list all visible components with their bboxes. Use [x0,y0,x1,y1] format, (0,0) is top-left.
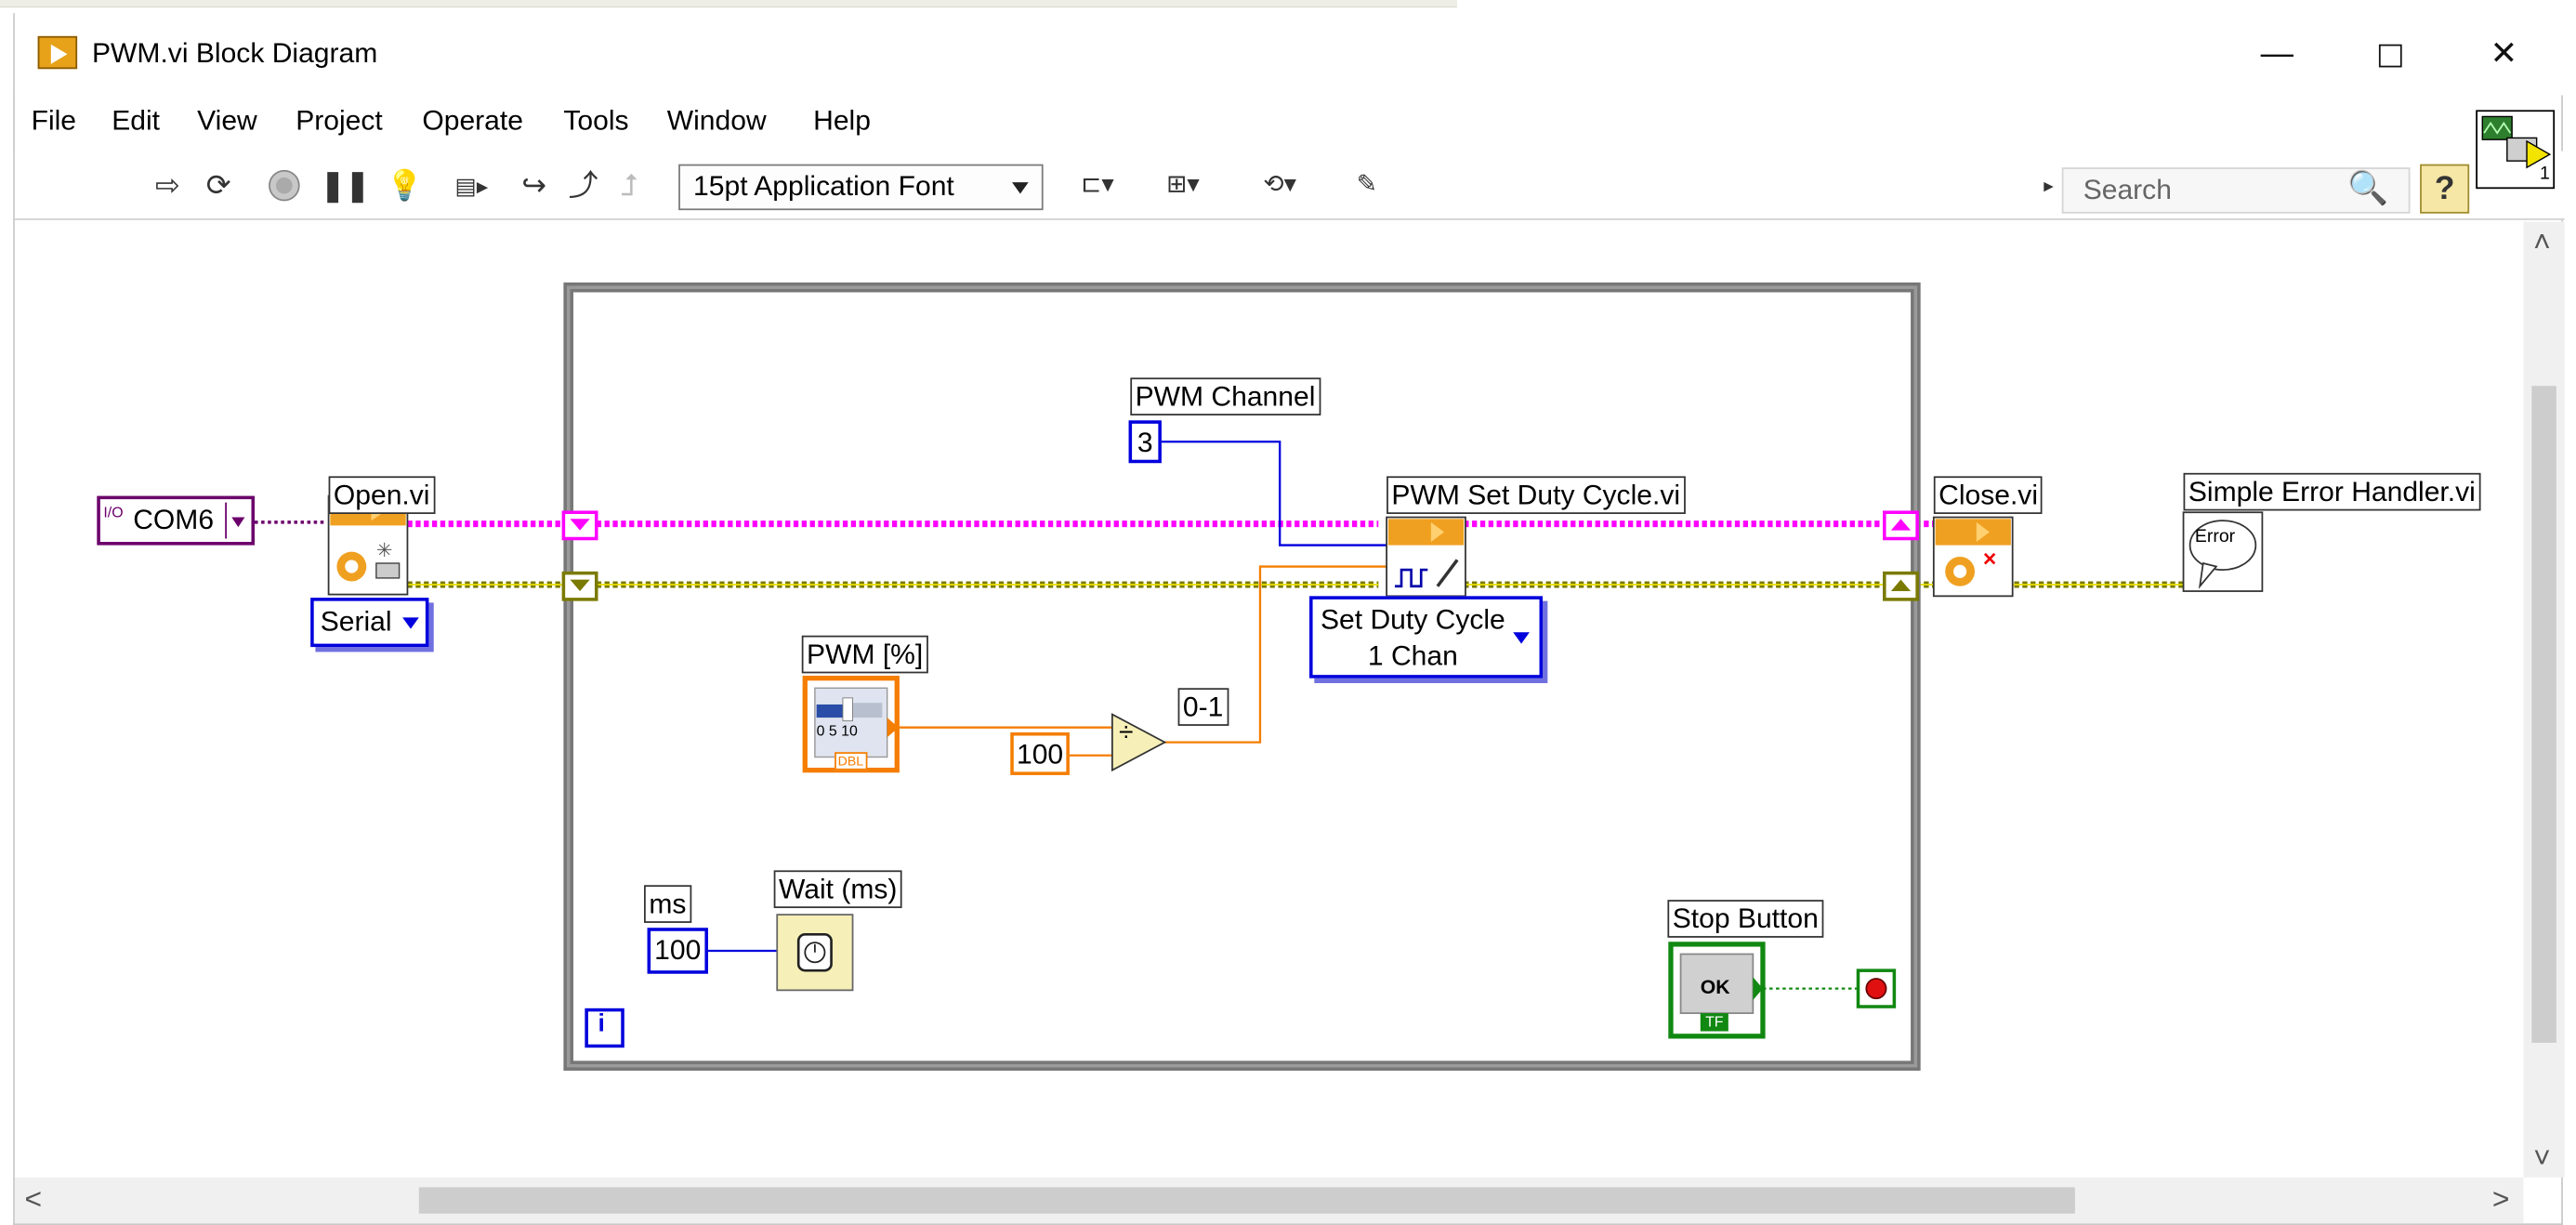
vertical-scroll-thumb[interactable] [2531,386,2556,1043]
menu-edit[interactable]: Edit [112,105,160,138]
pwm-channel-label: PWM Channel [1130,377,1321,416]
title-bar[interactable]: PWM.vi Block Diagram — ✕ [14,13,2565,96]
tf-tag: TF [1700,1013,1728,1032]
ms-label: ms [644,885,691,923]
error-icon-text: Error [2194,527,2236,547]
align-objects-icon[interactable]: ⊏▾ [1066,165,1128,207]
ratio-label: 0-1 [1177,688,1229,726]
close-button[interactable]: ✕ [2466,26,2542,82]
menu-file[interactable]: File [32,105,76,138]
run-continuously-icon[interactable]: ⟳ [199,165,238,207]
pause-icon[interactable]: ❚❚ [321,165,370,207]
minimize-button[interactable]: — [2240,26,2315,82]
highlight-execution-icon[interactable]: 💡 [386,165,423,207]
error-tunnel-right [1883,571,1919,601]
menu-bar: File Edit View Project Operate Tools Win… [15,99,2479,144]
error-handler-node[interactable] [2182,511,2264,592]
pwm-set-vi-label: PWM Set Duty Cycle.vi [1387,476,1686,515]
visa-tunnel-left [561,510,598,541]
step-over-icon[interactable]: ⤴ [563,165,602,207]
vi-icon[interactable]: 1 [2476,110,2556,190]
close-vi-node[interactable]: × [1932,516,2014,598]
menu-help[interactable]: Help [813,105,871,138]
error-handler-label: Simple Error Handler.vi [2183,472,2481,511]
channel-wire[interactable] [1158,441,1387,547]
chevron-down-icon [231,517,245,528]
pwm-channel-constant[interactable]: 3 [1128,420,1162,464]
retain-wire-values-icon[interactable]: ▤▸ [449,165,495,207]
dbl-tag: DBL [835,752,867,771]
divide-symbol: ÷ [1118,718,1134,747]
maximize-icon [2378,44,2402,67]
step-into-icon[interactable]: ↪ [511,165,558,207]
slider-scale: 0 5 10 [816,722,858,740]
svg-text:×: × [1983,547,1996,573]
svg-text:✳: ✳ [376,540,393,561]
visa-wire[interactable] [247,520,1934,528]
font-select[interactable]: 15pt Application Font [678,164,1044,211]
serial-enum[interactable]: Serial [310,598,429,648]
ms-constant[interactable]: 100 [647,928,708,974]
set-duty-enum-line2: 1 Chan [1367,640,1458,672]
scroll-up-icon[interactable]: ˄ [2533,225,2551,259]
search-icon[interactable]: 🔍 [2347,167,2388,210]
vi-icon-number: 1 [2539,164,2550,184]
visa-resource-value: COM6 [133,504,215,535]
run-arrow-icon[interactable]: ⇨ [150,165,186,207]
horizontal-scrollbar[interactable]: < > [14,1177,2524,1224]
open-vi-label: Open.vi [328,476,435,515]
divisor-constant[interactable]: 100 [1010,731,1070,775]
ok-text: OK [1700,975,1730,999]
visa-glyph: I/O [103,504,124,521]
scroll-left-icon[interactable]: < [25,1182,43,1217]
vertical-scrollbar[interactable]: ˄ ˅ [2523,221,2565,1178]
close-vi-label: Close.vi [1933,476,2044,515]
error-tunnel-left [561,571,598,601]
chevron-down-icon [402,617,419,629]
visa-resource-constant[interactable]: I/O COM6 [97,495,256,546]
diagram-wires: ✳ × [247,282,2264,1071]
maximize-button[interactable] [2353,26,2428,82]
set-duty-enum[interactable]: Set Duty Cycle 1 Chan [1309,596,1544,678]
serial-enum-value: Serial [320,605,392,638]
iteration-label: i [598,1009,605,1038]
pwm-set-duty-node[interactable] [1386,516,1466,598]
search-expand-icon[interactable]: ▸ [2039,165,2058,207]
menu-project[interactable]: Project [296,105,383,138]
context-help-button[interactable]: ? [2420,164,2470,214]
chevron-down-icon [1513,632,1530,644]
menu-window[interactable]: Window [667,105,767,138]
block-diagram-canvas[interactable]: ✳ × I/O COM6 Open.vi PWM Channel 3 PWM S… [14,221,2524,1178]
stop-button-label: Stop Button [1667,900,1824,938]
window-title: PWM.vi Block Diagram [92,37,378,70]
clean-up-diagram-icon[interactable]: ✎ [1335,165,1398,207]
visa-dropdown-arrow[interactable] [225,502,248,539]
reorder-icon[interactable]: ⟲▾ [1247,165,1313,207]
font-select-value: 15pt Application Font [693,170,954,203]
pwm-percent-label: PWM [%] [801,635,928,674]
wait-node[interactable] [776,914,854,992]
menu-view[interactable]: View [197,105,257,138]
menu-tools[interactable]: Tools [563,105,628,138]
labview-window: PWM.vi Block Diagram — ✕ File Edit View … [13,13,2565,1225]
menu-operate[interactable]: Operate [422,105,523,138]
visa-tunnel-right [1883,510,1919,541]
set-duty-enum-line1: Set Duty Cycle [1321,604,1505,636]
labview-app-icon [37,35,78,70]
toolbar: ⇨ ⟳ ❚❚ 💡 ▤▸ ↪ ⤴ ⮥ 15pt Application Font … [14,151,2565,220]
search-placeholder: Search [2083,174,2172,205]
horizontal-scroll-thumb[interactable] [418,1187,2075,1214]
loop-condition-terminal[interactable] [1856,968,1897,1008]
scroll-down-icon[interactable]: ˅ [2533,1141,2551,1176]
step-out-icon[interactable]: ⮥ [610,165,649,207]
abort-icon[interactable] [265,165,304,207]
layout-scaler: PWM.vi Block Diagram — ✕ File Edit View … [0,0,2576,1225]
scroll-right-icon[interactable]: > [2492,1182,2510,1217]
chevron-down-icon [1012,182,1029,194]
distribute-objects-icon[interactable]: ⊞▾ [1151,165,1214,207]
wait-label: Wait (ms) [773,870,902,909]
